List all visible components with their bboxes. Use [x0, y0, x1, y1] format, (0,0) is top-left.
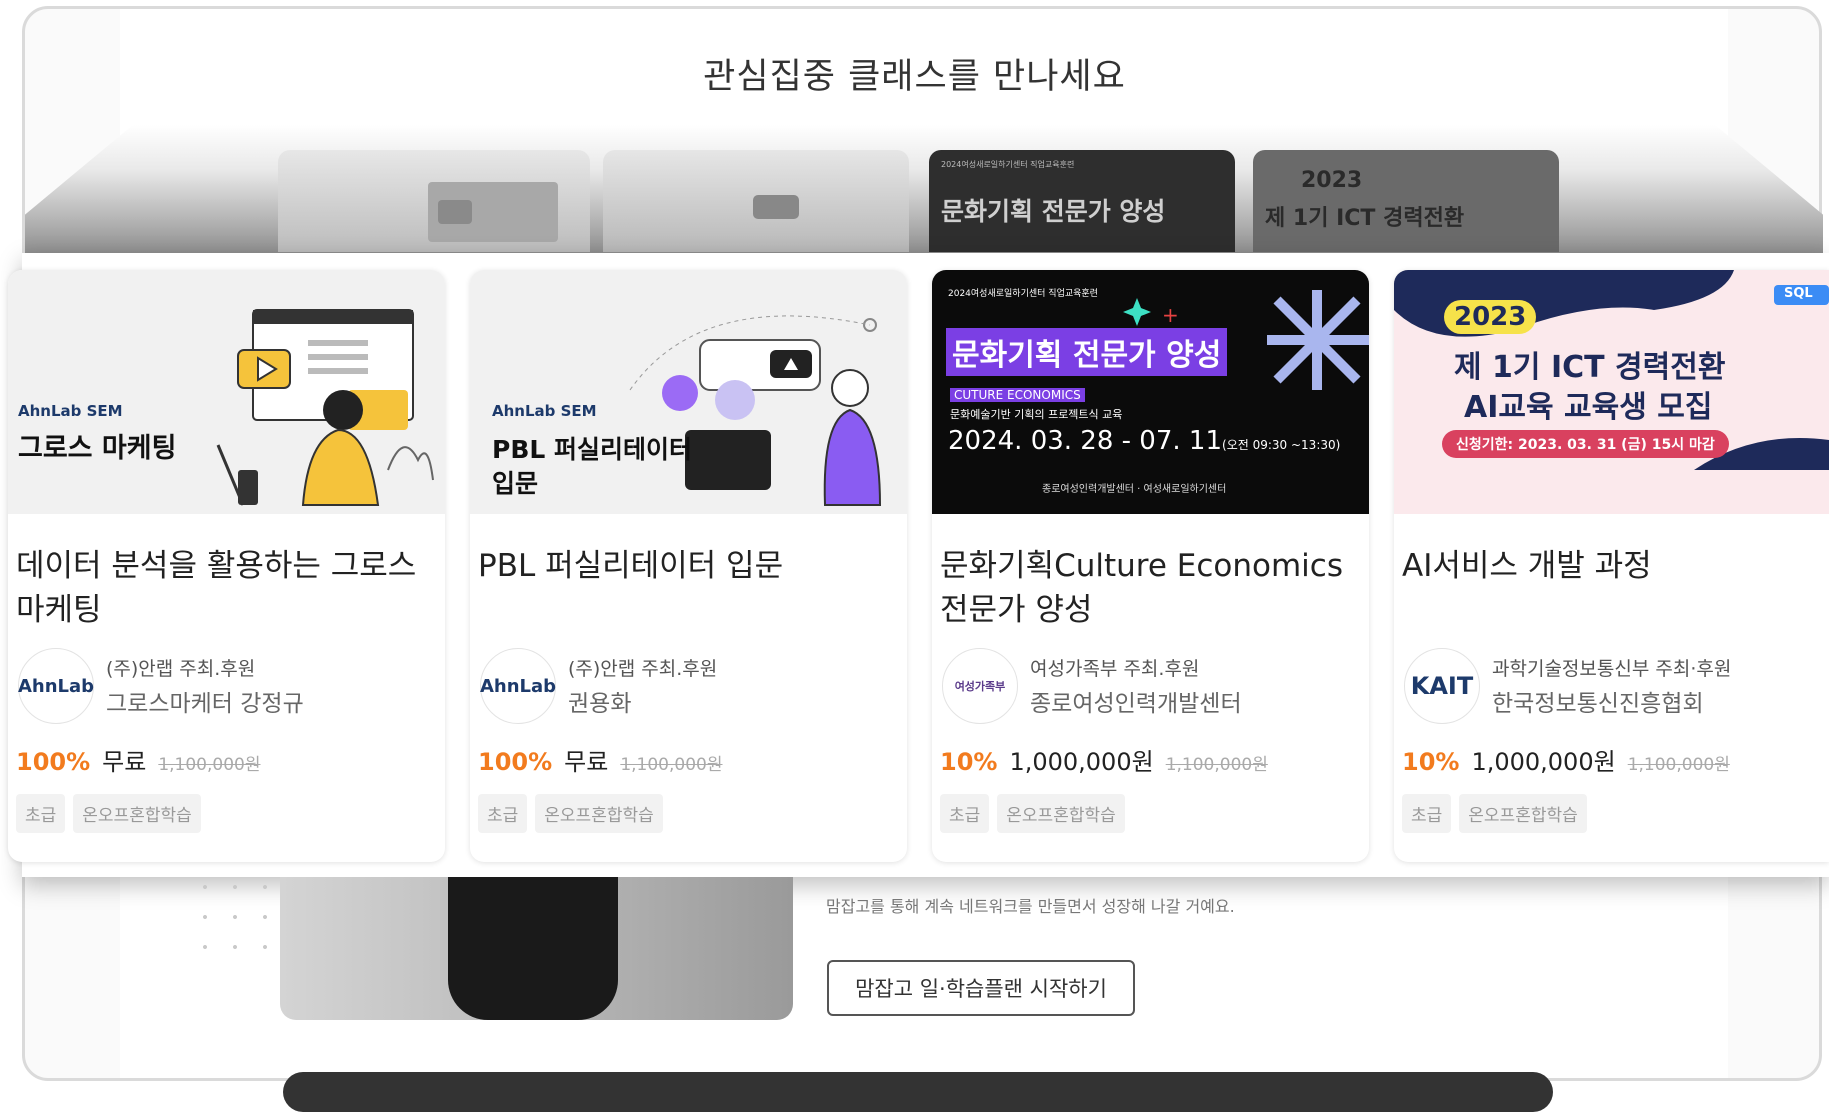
format-tag: 온오프혼합학습 [1459, 794, 1587, 833]
thumbnail-sub2: 문화예술기반 기획의 프로젝트식 교육 [950, 408, 1123, 421]
thumbnail-brand: AhnLab SEM [492, 402, 597, 420]
background-card-2 [603, 150, 909, 252]
level-tag: 초급 [16, 794, 66, 833]
course-title[interactable]: AI서비스 개발 과정 [1402, 544, 1817, 588]
format-tag: 온오프혼합학습 [73, 794, 201, 833]
thumbnail-line2: AI교육 교육생 모집 [1464, 390, 1713, 425]
tag-list: 초급 온오프혼합학습 [478, 794, 663, 833]
thumbnail-org: 종로여성인력개발센터 · 여성새로일하기센터 [1042, 484, 1227, 495]
thumbnail-year: 2023 [1444, 300, 1537, 334]
sql-badge: SQL [1784, 286, 1813, 301]
svg-text:+: + [1162, 303, 1179, 327]
marketing-illustration-icon [216, 309, 434, 506]
tag-list: 초급 온오프혼합학습 [16, 794, 201, 833]
video-icon [753, 195, 799, 219]
background-card-4-year: 2023 [1301, 168, 1363, 193]
course-card[interactable]: AhnLab SEM PBL 퍼실리테이터 입문 PBL 퍼실리테이터 입문 A… [470, 270, 907, 862]
sale-price: 무료 [564, 748, 609, 776]
time-range: (오전 09:30 ~13:30) [1222, 438, 1341, 452]
discount-rate: 10% [940, 748, 998, 776]
course-title[interactable]: PBL 퍼실리테이터 입문 [478, 544, 893, 588]
person-image [448, 877, 618, 1020]
thumbnail-sub1: CUTURE ECONOMICS [950, 388, 1085, 402]
sale-price: 1,000,000원 [1009, 748, 1154, 776]
sale-price: 1,000,000원 [1471, 748, 1616, 776]
background-card-3-title: 문화기획 전문가 양성 [941, 197, 1166, 226]
level-tag: 초급 [940, 794, 990, 833]
course-thumbnail: AhnLab SEM 그로스 마케팅 [8, 270, 445, 514]
original-price: 1,100,000원 [1627, 755, 1730, 775]
format-tag: 온오프혼합학습 [535, 794, 663, 833]
provider-host: 여성가족부 주최.후원 [1030, 658, 1200, 680]
tag-list: 초급 온오프혼합학습 [940, 794, 1125, 833]
discount-rate: 100% [478, 748, 553, 776]
section-heading: 관심집중 클래스를 만나세요 [703, 57, 1126, 97]
course-title[interactable]: 문화기획Culture Economics전문가 양성 [940, 544, 1355, 632]
course-card[interactable]: + 2024여성새로일하기센터 직업교육훈련 문화기획 전문가 양성 CUTUR… [932, 270, 1369, 862]
thumbnail-headline: 문화기획 전문가 양성 [946, 328, 1228, 376]
background-card-4: 2023 제 1기 ICT 경력전환 [1253, 150, 1559, 252]
instructor-name: 종로여성인력개발센터 [1030, 691, 1242, 717]
original-price: 1,100,000원 [1165, 755, 1268, 775]
course-thumbnail: AhnLab SEM PBL 퍼실리테이터 입문 [470, 270, 907, 514]
provider-logo: KAIT [1404, 648, 1480, 724]
instructor-name: 권용화 [568, 691, 632, 717]
thumbnail-headline: 그로스 마케팅 [18, 433, 177, 464]
provider-logo: AhnLab [480, 648, 556, 724]
background-card-4-title: 제 1기 ICT 경력전환 [1265, 206, 1465, 231]
format-tag: 온오프혼합학습 [997, 794, 1125, 833]
thumbnail-deadline: 신청기한: 2023. 03. 31 (금) 15시 마감 [1442, 430, 1729, 458]
provider-host: 과학기술정보통신부 주최·후원 [1492, 658, 1732, 680]
price-row: 10% 1,000,000원 1,100,000원 [1402, 742, 1730, 777]
provider-host: (주)안랩 주최.후원 [106, 658, 256, 680]
background-card-1 [278, 150, 590, 252]
thumbnail-dates: 2024. 03. 28 - 07. 11(오전 09:30 ~13:30) [948, 426, 1340, 456]
price-row: 10% 1,000,000원 1,100,000원 [940, 742, 1268, 777]
sale-price: 무료 [102, 748, 147, 776]
original-price: 1,100,000원 [620, 755, 723, 775]
section-description: 맘잡고를 통해 계속 네트워크를 만들면서 성장해 나갈 거예요. [826, 897, 1235, 916]
course-card[interactable]: AhnLab SEM 그로스 마케팅 데이터 분석을 활용하는 그로스 마케팅 … [8, 270, 445, 862]
background-card-3: 2024여성새로일하기센터 직업교육훈련 문화기획 전문가 양성 [929, 150, 1235, 252]
level-tag: 초급 [1402, 794, 1452, 833]
course-thumbnail: SQL 2023 제 1기 ICT 경력전환 AI교육 교육생 모집 신청기한:… [1394, 270, 1829, 514]
original-price: 1,100,000원 [158, 755, 261, 775]
thumbnail-brand: AhnLab SEM [18, 402, 123, 420]
discount-rate: 100% [16, 748, 91, 776]
price-row: 100% 무료 1,100,000원 [16, 742, 261, 777]
hero-photo [280, 877, 793, 1020]
tag-list: 초급 온오프혼합학습 [1402, 794, 1587, 833]
thumbnail-small: 2024여성새로일하기센터 직업교육훈련 [948, 289, 1098, 299]
bottom-banner [283, 1072, 1553, 1112]
course-card[interactable]: SQL 2023 제 1기 ICT 경력전환 AI교육 교육생 모집 신청기한:… [1394, 270, 1829, 862]
discount-rate: 10% [1402, 748, 1460, 776]
background-card-3-small: 2024여성새로일하기센터 직업교육훈련 [941, 160, 1075, 169]
date-range: 2024. 03. 28 - 07. 11 [948, 426, 1223, 456]
instructor-name: 한국정보통신진흥협회 [1492, 691, 1704, 717]
instructor-name: 그로스마케터 강정규 [106, 691, 304, 717]
level-tag: 초급 [478, 794, 528, 833]
thumbnail-headline-2: 입문 [492, 469, 539, 498]
provider-logo: AhnLab [18, 648, 94, 724]
provider-host: (주)안랩 주최.후원 [568, 658, 718, 680]
course-thumbnail: + 2024여성새로일하기센터 직업교육훈련 문화기획 전문가 양성 CUTUR… [932, 270, 1369, 514]
price-row: 100% 무료 1,100,000원 [478, 742, 723, 777]
laptop-illustration-icon [428, 182, 558, 242]
start-plan-button[interactable]: 맘잡고 일·학습플랜 시작하기 [827, 960, 1135, 1016]
provider-logo: 여성가족부 [942, 648, 1018, 724]
course-title[interactable]: 데이터 분석을 활용하는 그로스 마케팅 [16, 544, 431, 632]
thumbnail-headline: PBL 퍼실리테이터 [492, 435, 693, 464]
thumbnail-line1: 제 1기 ICT 경력전환 [1454, 350, 1726, 385]
